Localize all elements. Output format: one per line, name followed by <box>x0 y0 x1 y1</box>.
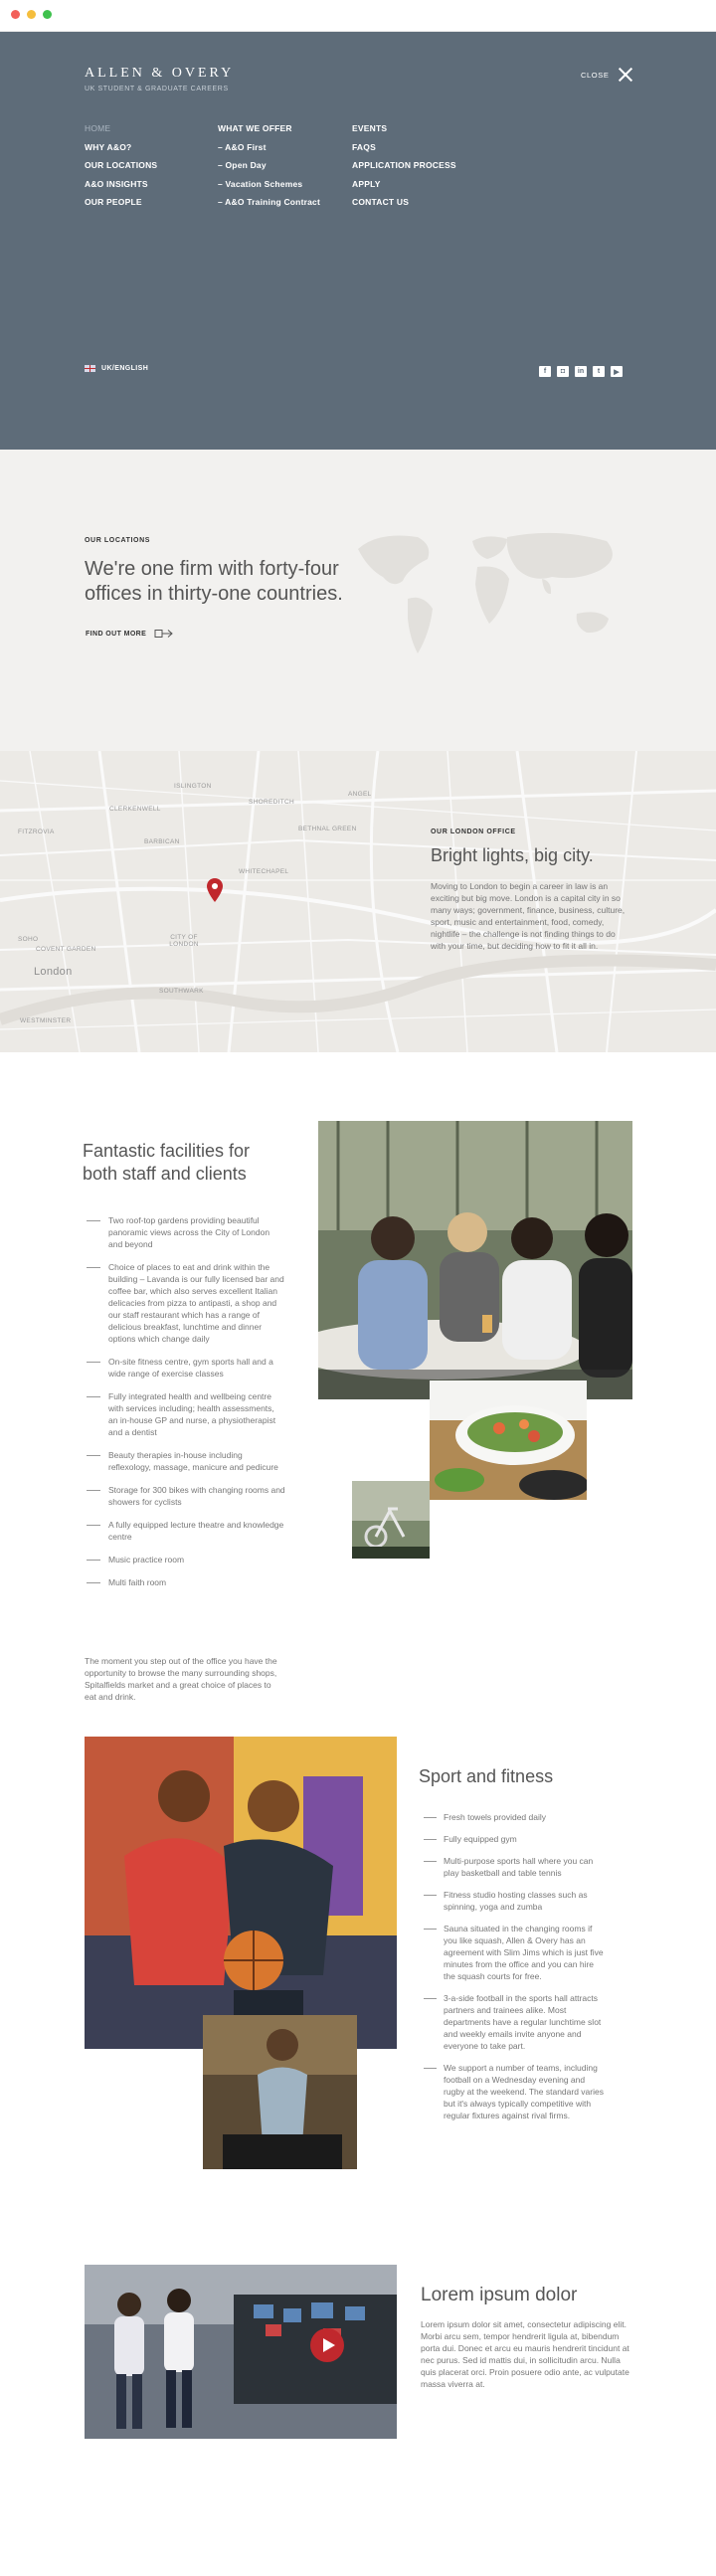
linkedin-icon[interactable]: in <box>575 366 587 377</box>
map-label: COVENT GARDEN <box>36 946 96 953</box>
nav-ao-insights[interactable]: A&O INSIGHTS <box>85 179 157 189</box>
london-body: Moving to London to begin a career in la… <box>431 881 626 951</box>
video-thumbnail[interactable] <box>85 2265 397 2439</box>
nav-column-3: EVENTS FAQS APPLICATION PROCESS APPLY CO… <box>352 123 456 207</box>
list-item: Fitness studio hosting classes such as s… <box>424 1889 608 1913</box>
list-item: We support a number of teams, including … <box>424 2062 608 2121</box>
facilities-section: Fantastic facilities for both staff and … <box>0 1052 716 1737</box>
restaurant-photo <box>318 1121 632 1399</box>
nav-apply[interactable]: APPLY <box>352 179 456 189</box>
find-out-more-label: FIND OUT MORE <box>86 630 147 638</box>
nav-vacation-schemes[interactable]: – Vacation Schemes <box>218 179 320 189</box>
locations-section: OUR LOCATIONS We're one firm with forty-… <box>0 450 716 751</box>
nav-ao-first[interactable]: – A&O First <box>218 142 320 152</box>
list-item: Choice of places to eat and drink within… <box>87 1261 285 1345</box>
map-label: WESTMINSTER <box>20 1017 72 1024</box>
menu-overlay: ALLEN & OVERY UK STUDENT & GRADUATE CARE… <box>0 32 716 450</box>
facebook-icon[interactable]: f <box>539 366 551 377</box>
youtube-icon[interactable]: ▶ <box>611 366 623 377</box>
language-selector[interactable]: UK/ENGLISH <box>85 365 148 372</box>
nav-contact-us[interactable]: CONTACT US <box>352 197 456 207</box>
nav-why-ao[interactable]: WHY A&O? <box>85 142 157 152</box>
map-label: ANGEL <box>348 791 372 798</box>
sport-section: Sport and fitness Fresh towels provided … <box>0 1737 716 2265</box>
video-section: Lorem ipsum dolor Lorem ipsum dolor sit … <box>0 2265 716 2550</box>
world-map-image <box>358 532 613 653</box>
uk-flag-icon <box>85 365 95 372</box>
list-item: Fresh towels provided daily <box>424 1811 608 1823</box>
window-close-dot[interactable] <box>11 10 20 19</box>
map-label: SOHO <box>18 936 39 943</box>
map-label: SHOREDITCH <box>249 799 294 806</box>
twitter-icon[interactable]: t <box>593 366 605 377</box>
london-map-section: FITZROVIA CLERKENWELL ISLINGTON BARBICAN… <box>0 751 716 1052</box>
instagram-icon[interactable]: ◘ <box>557 366 569 377</box>
basketball-photo <box>85 1737 397 2049</box>
language-label: UK/ENGLISH <box>101 365 149 372</box>
map-label: ISLINGTON <box>174 783 212 790</box>
london-heading: Bright lights, big city. <box>431 845 594 865</box>
brand-subtitle: UK STUDENT & GRADUATE CAREERS <box>85 86 229 92</box>
list-item: Two roof-top gardens providing beautiful… <box>87 1214 285 1250</box>
close-menu-button[interactable]: CLOSE <box>581 68 632 82</box>
play-video-button[interactable] <box>310 2328 344 2362</box>
map-label: London <box>34 966 73 978</box>
salad-photo <box>430 1380 587 1500</box>
map-label: BARBICAN <box>144 838 180 845</box>
window-minimize-dot[interactable] <box>27 10 36 19</box>
map-label: SOUTHWARK <box>159 988 204 995</box>
london-office-panel: OUR LONDON OFFICE Bright lights, big cit… <box>431 828 629 952</box>
nav-events[interactable]: EVENTS <box>352 123 456 133</box>
list-item: Beauty therapies in-house including refl… <box>87 1449 285 1473</box>
location-pin-icon[interactable] <box>206 877 224 903</box>
sport-heading: Sport and fitness <box>419 1766 554 1786</box>
window-maximize-dot[interactable] <box>43 10 52 19</box>
list-item: Music practice room <box>87 1554 285 1565</box>
nav-faqs[interactable]: FAQS <box>352 142 456 152</box>
list-item: 3-a-side football in the sports hall att… <box>424 1992 608 2052</box>
nav-our-people[interactable]: OUR PEOPLE <box>85 197 157 207</box>
nav-application-process[interactable]: APPLICATION PROCESS <box>352 160 456 170</box>
nav-what-we-offer[interactable]: WHAT WE OFFER <box>218 123 320 133</box>
list-item: Fully equipped gym <box>424 1833 608 1845</box>
arrow-right-icon <box>154 630 173 638</box>
video-heading: Lorem ipsum dolor <box>421 2285 578 2305</box>
list-item: Fully integrated health and wellbeing ce… <box>87 1390 285 1438</box>
list-item: A fully equipped lecture theatre and kno… <box>87 1519 285 1543</box>
facilities-list: Two roof-top gardens providing beautiful… <box>87 1214 285 1599</box>
close-icon <box>619 68 632 82</box>
nav-column-1: HOME WHY A&O? OUR LOCATIONS A&O INSIGHTS… <box>85 123 157 207</box>
browser-chrome <box>0 0 716 32</box>
list-item: Sauna situated in the changing rooms if … <box>424 1923 608 1982</box>
facilities-heading: Fantastic facilities for both staff and … <box>83 1141 251 1184</box>
list-item: Multi faith room <box>87 1576 285 1588</box>
map-label: CLERKENWELL <box>109 806 161 813</box>
sport-list: Fresh towels provided daily Fully equipp… <box>424 1811 608 2131</box>
map-label: CITY OF LONDON <box>169 934 199 948</box>
brand-name: ALLEN & OVERY <box>85 66 235 81</box>
list-item: On-site fitness centre, gym sports hall … <box>87 1356 285 1380</box>
nav-our-locations[interactable]: OUR LOCATIONS <box>85 160 157 170</box>
nav-training-contract[interactable]: – A&O Training Contract <box>218 197 320 207</box>
list-item: Multi-purpose sports hall where you can … <box>424 1855 608 1879</box>
map-label: FITZROVIA <box>18 828 55 835</box>
logo[interactable]: ALLEN & OVERY UK STUDENT & GRADUATE CARE… <box>85 66 234 92</box>
london-eyebrow: OUR LONDON OFFICE <box>431 828 516 835</box>
find-out-more-link[interactable]: FIND OUT MORE <box>86 629 174 639</box>
social-links: f ◘ in t ▶ <box>539 366 623 377</box>
facilities-outro: The moment you step out of the office yo… <box>85 1656 277 1702</box>
gym-bike-photo <box>352 1481 430 1559</box>
list-item: Storage for 300 bikes with changing room… <box>87 1484 285 1508</box>
nav-home[interactable]: HOME <box>85 123 157 133</box>
close-label: CLOSE <box>581 70 610 80</box>
nav-open-day[interactable]: – Open Day <box>218 160 320 170</box>
map-label: WHITECHAPEL <box>239 868 289 875</box>
locations-heading: We're one firm with forty-four offices i… <box>85 558 343 605</box>
nav-column-2: WHAT WE OFFER – A&O First – Open Day – V… <box>218 123 320 207</box>
map-label: BETHNAL GREEN <box>298 826 357 832</box>
treadmill-photo <box>203 2015 357 2169</box>
locations-eyebrow: OUR LOCATIONS <box>85 537 151 544</box>
video-body: Lorem ipsum dolor sit amet, consectetur … <box>421 2319 629 2389</box>
